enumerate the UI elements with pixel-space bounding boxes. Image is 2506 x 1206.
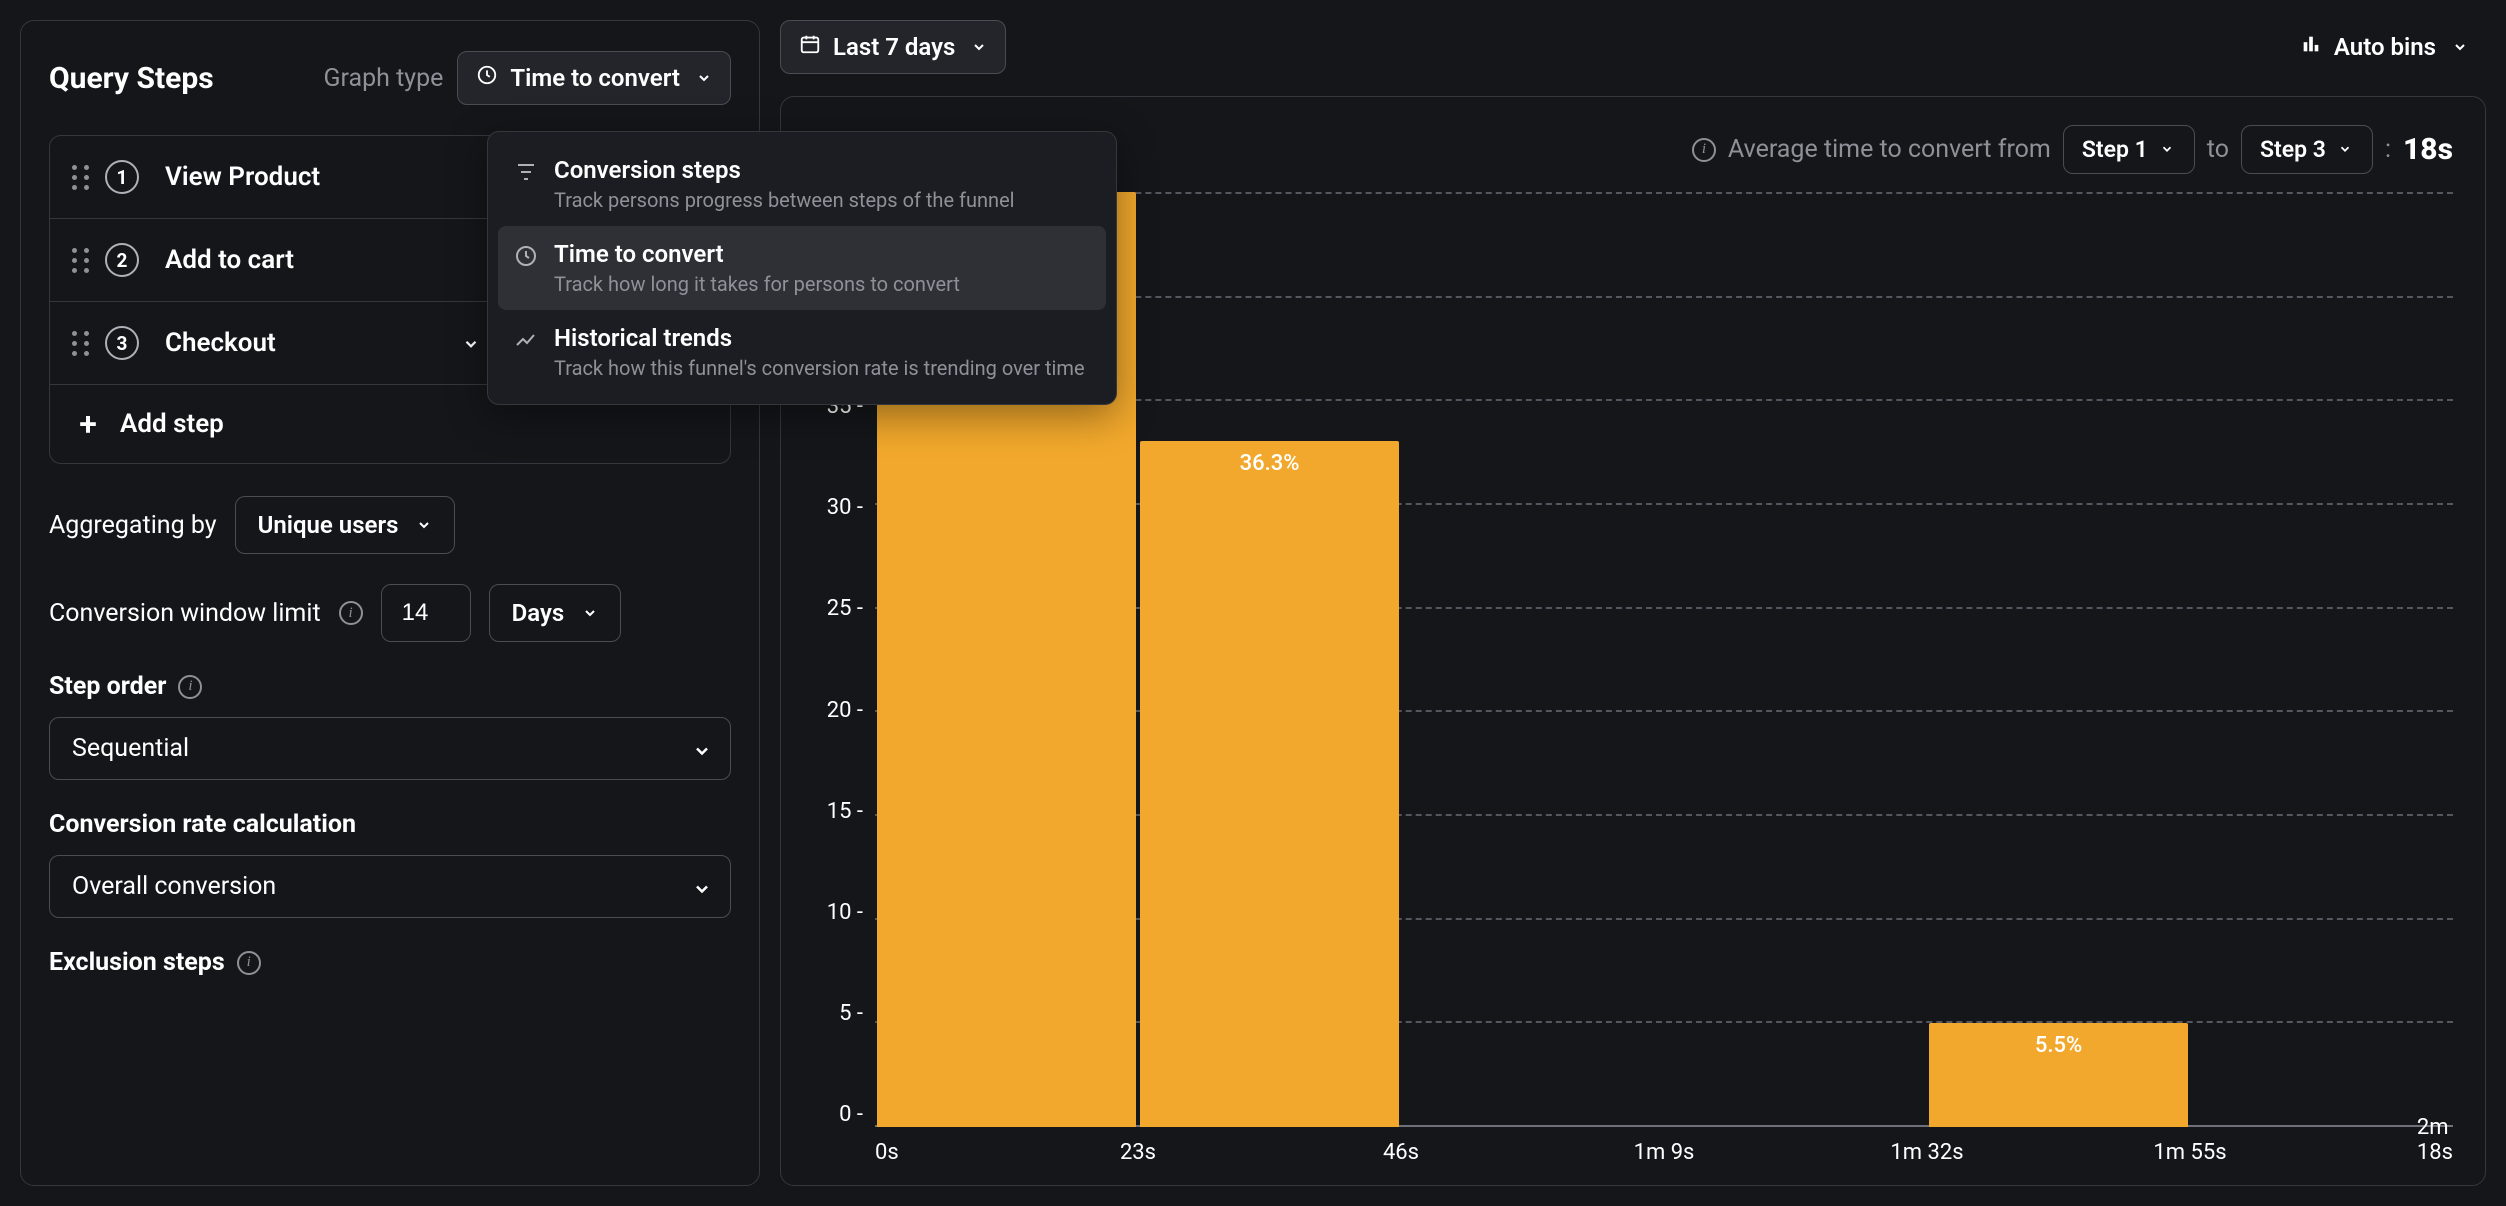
chevron-down-icon [696,70,712,86]
info-icon[interactable]: i [1692,138,1716,162]
conversion-rate-label: Conversion rate calculation [49,810,356,839]
step-number: 3 [105,326,139,360]
x-tick: 1m 55s [2153,1140,2226,1165]
y-tick: 10 - [827,900,863,925]
panel-title: Query Steps [49,61,214,96]
clock-icon [514,244,540,270]
y-tick: 0 - [839,1102,863,1127]
avg-value: 18s [2403,132,2453,167]
bar-slot [1664,192,1927,1127]
calendar-icon [799,33,821,61]
x-tick: 0s [875,1140,899,1165]
info-icon[interactable]: i [237,951,261,975]
funnel-icon [514,160,540,186]
bar-chart-icon [2300,33,2322,61]
chevron-down-icon [971,39,987,55]
chevron-down-icon [692,879,708,895]
x-tick: 23s [1120,1140,1156,1165]
y-tick: 30 - [827,495,863,520]
y-tick: 25 - [827,596,863,621]
x-tick: 2m 18s [2417,1115,2453,1165]
chevron-down-icon [2160,142,2176,158]
x-tick: 1m 32s [1890,1140,1963,1165]
info-icon[interactable]: i [178,675,202,699]
conversion-window-label: Conversion window limit [49,599,321,628]
drag-handle-icon[interactable] [72,248,89,273]
x-tick: 46s [1383,1140,1419,1165]
graph-type-select[interactable]: Time to convert [457,51,731,105]
aggregating-label: Aggregating by [49,511,217,540]
bar-label: 5.5% [2035,1033,2082,1058]
step-event-select[interactable]: Checkout [155,322,488,364]
date-range-select[interactable]: Last 7 days [780,20,1006,74]
chevron-down-icon [2338,142,2354,158]
exclusion-steps-label: Exclusion steps [49,948,225,977]
clock-icon [476,64,498,92]
chevron-down-icon [2452,39,2468,55]
info-icon[interactable]: i [339,601,363,625]
x-tick: 1m 9s [1634,1140,1695,1165]
y-tick: 15 - [827,799,863,824]
step-number: 1 [105,160,139,194]
bar-slot: 5.5% [1927,192,2190,1127]
plus-icon: + [74,410,102,438]
graph-type-label: Graph type [323,64,443,93]
chevron-down-icon [416,517,432,533]
aggregating-select[interactable]: Unique users [235,496,456,554]
trend-icon [514,328,540,354]
conversion-window-unit-select[interactable]: Days [489,584,622,642]
graph-type-dropdown: Conversion steps Track persons progress … [487,131,1117,405]
bar-label: 36.3% [1240,451,1300,476]
avg-label: Average time to convert from [1728,135,2051,164]
histogram-bar[interactable]: 5.5% [1929,1023,2188,1127]
avg-step-to-select[interactable]: Step 3 [2241,125,2373,174]
bar-slot [1401,192,1664,1127]
dropdown-item-conversion-steps[interactable]: Conversion steps Track persons progress … [498,142,1106,226]
y-tick: 5 - [839,1001,863,1026]
query-steps-panel: Query Steps Graph type Time to convert [20,20,760,1186]
step-order-select[interactable]: Sequential [49,717,731,780]
chevron-down-icon [692,741,708,757]
chevron-down-icon [462,335,478,351]
step-number: 2 [105,243,139,277]
dropdown-item-time-to-convert[interactable]: Time to convert Track how long it takes … [498,226,1106,310]
histogram-bar[interactable]: 36.3% [1140,441,1399,1127]
avg-step-from-select[interactable]: Step 1 [2063,125,2195,174]
bins-select[interactable]: Auto bins [2282,20,2486,74]
bar-slot: 36.3% [1138,192,1401,1127]
drag-handle-icon[interactable] [72,331,89,356]
y-tick: 20 - [827,698,863,723]
dropdown-item-historical-trends[interactable]: Historical trends Track how this funnel'… [498,310,1106,394]
chevron-down-icon [582,605,598,621]
bar-slot [2190,192,2453,1127]
drag-handle-icon[interactable] [72,165,89,190]
conversion-rate-select[interactable]: Overall conversion [49,855,731,918]
conversion-window-input[interactable] [381,584,471,642]
step-order-label: Step order [49,672,166,701]
